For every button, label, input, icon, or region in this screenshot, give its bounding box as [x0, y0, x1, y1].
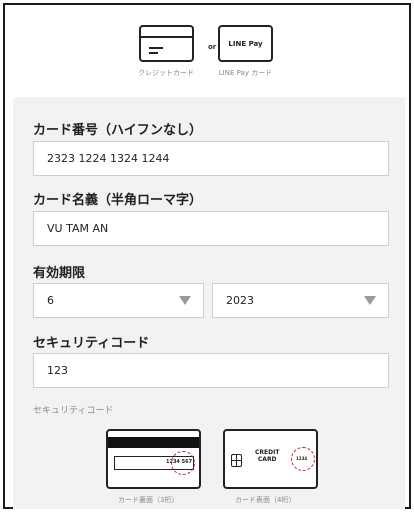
credit-card-option[interactable]: クレジットカード: [138, 25, 194, 78]
card-name-input[interactable]: VU TAM AN: [33, 211, 389, 246]
card-number-input[interactable]: 2323 1224 1324 1244: [33, 141, 389, 176]
linepay-option[interactable]: LINE Pay LINE Pay カード: [218, 25, 273, 78]
linepay-logo-text: LINE Pay: [228, 40, 263, 48]
front-card-code: 1234: [296, 456, 308, 461]
credit-card-text: CREDIT CARD: [255, 449, 280, 463]
expiry-month-select[interactable]: 6: [33, 283, 204, 318]
security-code-hint-title: セキュリティコード: [33, 406, 114, 416]
security-code-label: セキュリティコード: [33, 336, 150, 351]
chevron-down-icon: [364, 296, 376, 305]
chevron-down-icon: [179, 296, 191, 305]
card-back-label: カード裏面（3桁）: [118, 496, 179, 504]
chip-icon: [231, 454, 242, 467]
magnetic-stripe: [108, 437, 199, 448]
expiry-label: 有効期限: [33, 266, 86, 281]
expiry-month-value: 6: [47, 294, 54, 307]
card-front-illustration: CREDIT CARD 1234: [223, 429, 318, 489]
payment-method-selector: クレジットカード or LINE Pay LINE Pay カード: [13, 5, 405, 97]
card-number-label: カード番号（ハイフンなし）: [33, 123, 203, 138]
credit-card-icon: [138, 25, 194, 62]
credit-card-option-label: クレジットカード: [138, 69, 194, 77]
security-code-input[interactable]: 123: [33, 353, 389, 388]
code-highlight-circle: [171, 451, 195, 475]
card-name-label: カード名義（半角ローマ字）: [33, 193, 203, 208]
card-form: カード番号（ハイフンなし） 2323 1224 1324 1244 カード名義（…: [13, 97, 405, 509]
linepay-option-label: LINE Pay カード: [218, 69, 273, 77]
payment-form-frame: クレジットカード or LINE Pay LINE Pay カード カード番号（…: [3, 3, 411, 509]
expiry-year-select[interactable]: 2023: [212, 283, 389, 318]
card-front-label: カード表面（4桁）: [235, 496, 296, 504]
expiry-year-value: 2023: [226, 294, 254, 307]
or-separator: or: [208, 43, 217, 51]
linepay-card-icon: LINE Pay: [218, 25, 273, 62]
card-back-illustration: 1234 567: [106, 429, 201, 489]
